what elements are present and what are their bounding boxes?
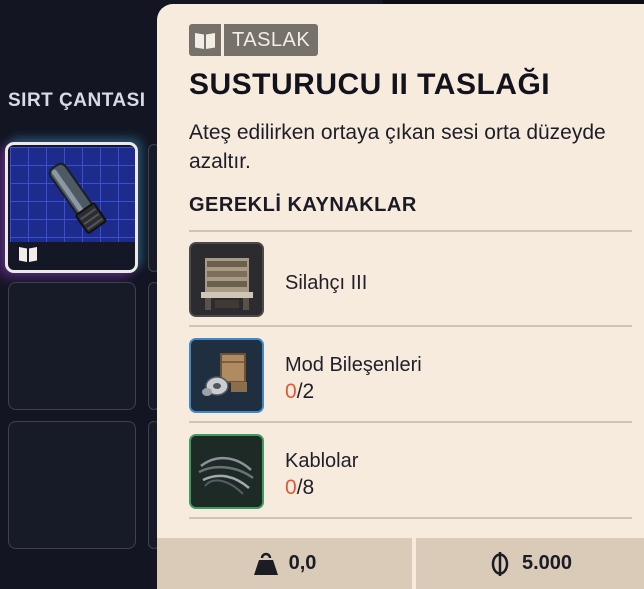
divider xyxy=(189,325,632,327)
cables-icon xyxy=(189,434,264,509)
requirement-name: Silahçı III xyxy=(285,272,368,294)
divider xyxy=(189,421,632,423)
item-description: Ateş edilirken ortaya çıkan sesi orta dü… xyxy=(189,121,606,173)
weight-icon xyxy=(253,552,278,575)
blueprint-badge: TASLAK xyxy=(189,24,319,56)
requirement-need: /2 xyxy=(296,380,315,403)
requirement-name: Mod Bileşenleri xyxy=(285,354,422,376)
silencer-icon xyxy=(48,162,107,234)
mod-components-icon xyxy=(189,338,264,413)
weight-value: 0,0 xyxy=(288,552,317,574)
requirement-name: Kablolar xyxy=(285,450,359,472)
requirement-row-gunsmith[interactable]: Silahçı III xyxy=(189,242,632,317)
requirement-have: 0 xyxy=(285,476,297,499)
requirements-title: GEREKLİ KAYNAKLAR xyxy=(189,194,417,216)
inventory-slot[interactable] xyxy=(8,282,136,410)
divider xyxy=(189,517,632,519)
workbench-icon xyxy=(189,242,264,317)
requirement-need: /8 xyxy=(296,476,315,499)
requirement-row-mod-components[interactable]: Mod Bileşenleri 0/2 xyxy=(189,338,632,413)
requirement-count: 0/8 xyxy=(285,476,314,500)
item-detail-card: TASLAK SUSTURUCU II TASLAĞI Ateş edilirk… xyxy=(157,4,644,589)
inventory-slot[interactable] xyxy=(8,421,136,549)
price-value: 5.000 xyxy=(521,552,573,574)
badge-label: TASLAK xyxy=(224,24,319,56)
currency-icon xyxy=(491,551,509,576)
requirement-count: 0/2 xyxy=(285,380,314,404)
divider xyxy=(189,230,632,232)
book-icon xyxy=(189,24,221,56)
inventory-slot-silencer-blueprint[interactable] xyxy=(5,142,138,273)
requirement-have: 0 xyxy=(285,380,297,403)
price-footer: 5.000 xyxy=(416,538,644,589)
weight-footer: 0,0 xyxy=(157,538,412,589)
item-title: SUSTURUCU II TASLAĞI xyxy=(189,68,551,101)
blueprint-book-icon xyxy=(19,247,37,262)
backpack-title: SIRT ÇANTASI xyxy=(8,90,146,111)
requirement-row-cables[interactable]: Kablolar 0/8 xyxy=(189,434,632,509)
